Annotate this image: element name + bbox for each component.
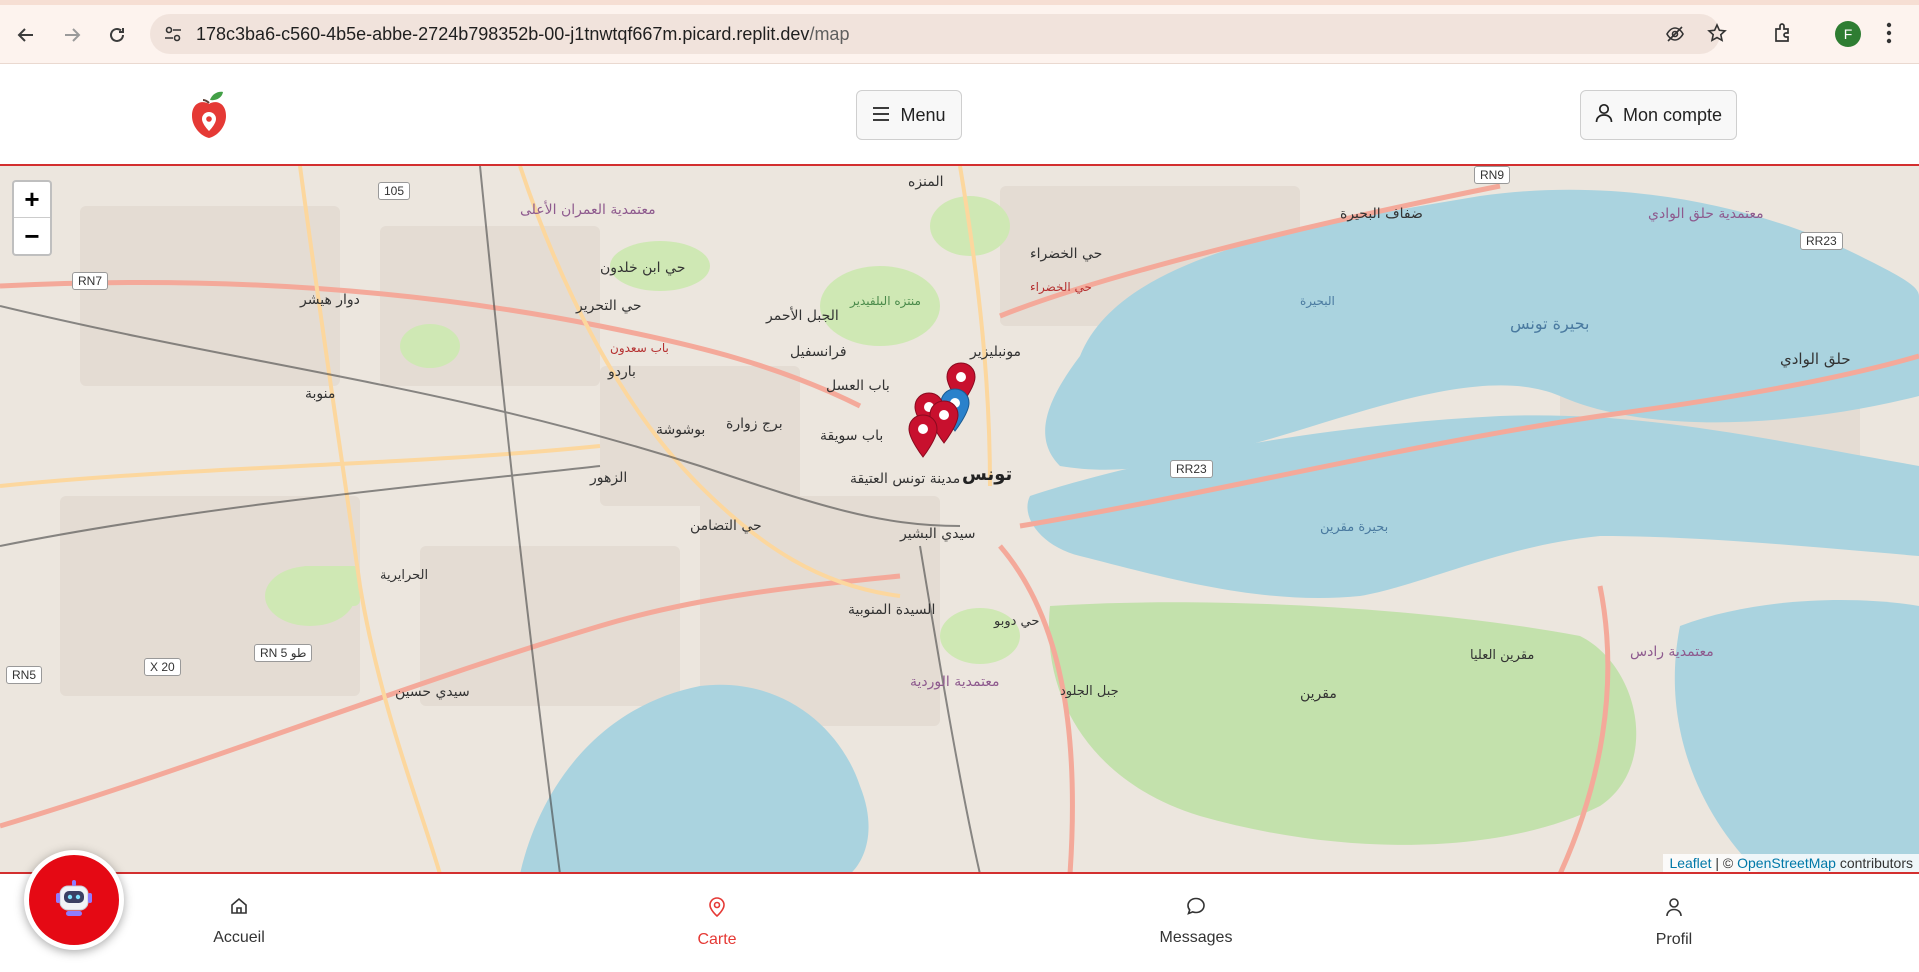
- road-shield: X 20: [144, 658, 181, 676]
- zoom-control: + −: [12, 180, 52, 256]
- map-label: دوار هيشر: [300, 292, 360, 308]
- map-pin-icon[interactable]: [908, 414, 938, 458]
- home-icon: [229, 896, 249, 921]
- map-label: حي دوبو: [994, 614, 1040, 629]
- map-label: معتمدية رادس: [1630, 644, 1714, 660]
- road-shield: 105: [378, 182, 411, 200]
- map-label: مونبليزير: [970, 344, 1022, 360]
- more-vert-icon[interactable]: [1886, 22, 1892, 49]
- app-header: Menu Mon compte: [0, 64, 1919, 166]
- map-label: مقرين العليا: [1470, 648, 1535, 663]
- map-label: معتمدية العمران الأعلى: [520, 202, 656, 218]
- nav-label: Profil: [1655, 931, 1693, 948]
- reload-icon[interactable]: [99, 17, 135, 53]
- nav-carte[interactable]: Carte: [647, 896, 787, 949]
- address-bar[interactable]: 178c3ba6-c560-4b5e-abbe-2724b798352b-00-…: [150, 14, 1727, 54]
- zoom-in-button[interactable]: +: [14, 182, 50, 218]
- map-label: باب سويقة: [820, 428, 884, 444]
- map-label: بوشوشة: [656, 422, 706, 438]
- map-label: حي التحرير: [576, 298, 642, 314]
- back-icon[interactable]: [8, 17, 44, 53]
- map-label: حي الخضراء: [1030, 246, 1103, 262]
- avatar[interactable]: F: [1835, 21, 1861, 47]
- attribution-suffix: contributors: [1835, 855, 1913, 871]
- map-label: ضفاف البحيرة: [1340, 206, 1423, 222]
- user-icon: [1595, 103, 1613, 128]
- app-logo[interactable]: [188, 90, 230, 142]
- road-shield: RR23: [1170, 460, 1213, 478]
- map-label: الجبل الأحمر: [766, 308, 839, 324]
- tune-icon[interactable]: [164, 25, 182, 48]
- map-label: بحيرة مقرين: [1320, 520, 1389, 535]
- robot-icon: [52, 876, 96, 925]
- bottom-navigation: Accueil Carte Messages Profil: [0, 874, 1919, 972]
- osm-link[interactable]: OpenStreetMap: [1737, 855, 1836, 871]
- road-shield: RN9: [1474, 166, 1511, 184]
- map-label: معتمدية الوردية: [910, 674, 1000, 690]
- map-label: حي الخضراء: [1030, 280, 1092, 294]
- map-label: فرانسفيل: [790, 344, 847, 360]
- map-label: حي ابن خلدون: [600, 260, 686, 276]
- map-label: سيدي حسين: [395, 684, 470, 700]
- account-label: Mon compte: [1622, 104, 1723, 125]
- nav-label: Carte: [697, 931, 737, 948]
- map-pin-icon: [707, 896, 727, 923]
- map-label: حلق الوادي: [1780, 350, 1851, 368]
- nav-label: Accueil: [213, 929, 265, 946]
- hamburger-icon: [872, 105, 890, 126]
- map-label: باردو: [608, 364, 636, 380]
- road-shield: RN7: [72, 272, 109, 290]
- nav-profil[interactable]: Profil: [1604, 896, 1744, 949]
- chat-icon: [1186, 896, 1206, 921]
- map-label: حي التضامن: [690, 518, 762, 534]
- eye-off-icon[interactable]: [1665, 24, 1685, 49]
- user-icon: [1664, 896, 1684, 923]
- zoom-out-button[interactable]: −: [14, 218, 50, 254]
- map-label: باب العسل: [826, 378, 890, 394]
- chatbot-button[interactable]: [24, 850, 124, 950]
- nav-label: Messages: [1159, 929, 1233, 946]
- menu-button[interactable]: Menu: [856, 90, 962, 140]
- map-label: جبل الجلود: [1060, 684, 1119, 699]
- url-text: 178c3ba6-c560-4b5e-abbe-2724b798352b-00-…: [196, 23, 850, 44]
- account-button[interactable]: Mon compte: [1580, 90, 1737, 140]
- map-label: برج زوارة: [726, 416, 783, 432]
- road-shield: RN5: [6, 666, 43, 684]
- map-view[interactable]: + − بحيرة تونس البحيرة بحيرة مقرين حلق ا…: [0, 166, 1919, 874]
- menu-label: Menu: [900, 104, 946, 125]
- nav-accueil[interactable]: Accueil: [169, 896, 309, 947]
- map-label: البحيرة: [1300, 294, 1335, 308]
- map-label: مقرين: [1300, 686, 1337, 702]
- map-label: معتمدية حلق الوادي: [1648, 206, 1764, 222]
- attribution-separator: | ©: [1711, 855, 1738, 871]
- puzzle-icon[interactable]: [1772, 22, 1794, 49]
- map-label: السيدة المنوبية: [848, 602, 936, 618]
- map-tiles: [0, 166, 1919, 872]
- map-label: مدينة تونس العتيقة: [850, 471, 961, 487]
- map-label: الزهور: [590, 470, 628, 486]
- map-label: باب سعدون: [610, 341, 669, 355]
- forward-icon[interactable]: [54, 17, 90, 53]
- browser-toolbar: 178c3ba6-c560-4b5e-abbe-2724b798352b-00-…: [0, 0, 1919, 64]
- map-label: بحيرة تونس: [1510, 314, 1590, 333]
- map-label: منوبة: [305, 386, 336, 402]
- road-shield: RN 5 طو: [254, 644, 313, 662]
- leaflet-link[interactable]: Leaflet: [1669, 855, 1711, 871]
- map-label: منتزه البلفيدير: [850, 294, 921, 308]
- nav-messages[interactable]: Messages: [1126, 896, 1266, 947]
- map-label: سيدي البشير: [900, 526, 976, 542]
- map-label: المنزه: [908, 174, 944, 190]
- road-shield: RR23: [1800, 232, 1843, 250]
- map-label: تونس: [962, 464, 1013, 485]
- star-icon[interactable]: [1707, 23, 1727, 48]
- map-label: الحرايرية: [380, 568, 429, 583]
- map-attribution: Leaflet | © OpenStreetMap contributors: [1663, 854, 1919, 872]
